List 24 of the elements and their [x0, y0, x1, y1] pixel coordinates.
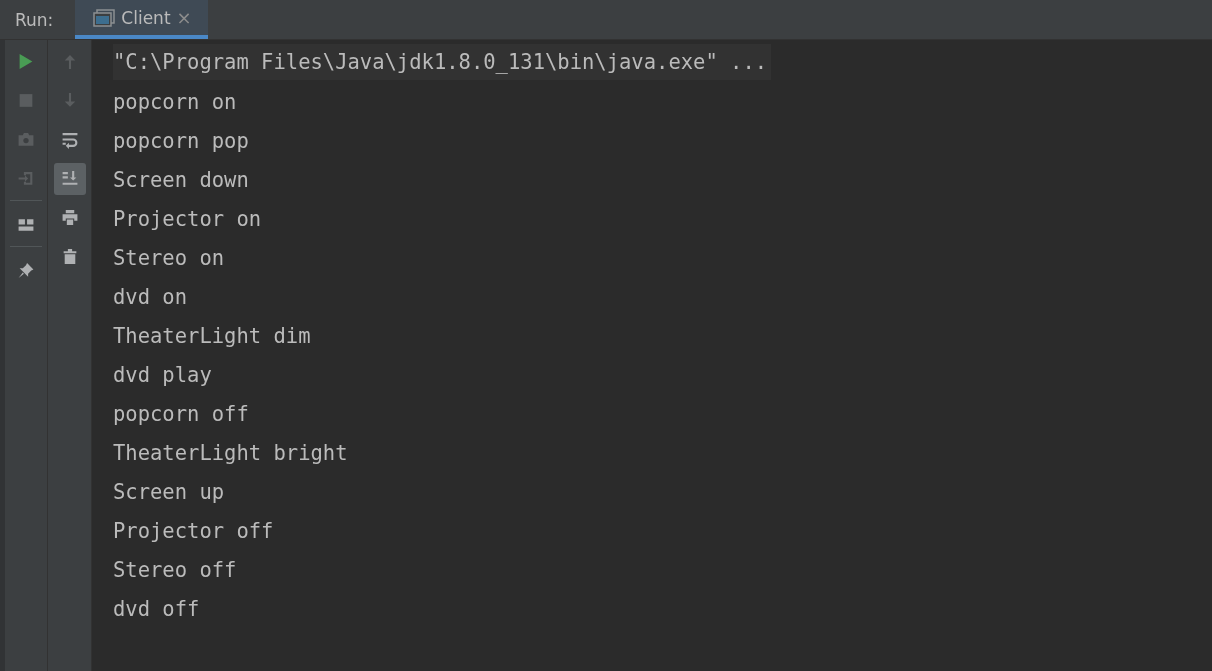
output-line: Screen down	[113, 167, 250, 194]
output-line: dvd play	[113, 362, 213, 389]
tab-label: Client	[121, 7, 171, 28]
print-icon[interactable]	[60, 209, 79, 227]
output-line: dvd off	[113, 596, 201, 623]
output-line: popcorn off	[113, 401, 250, 428]
window-icon	[93, 8, 116, 27]
output-line: Projector on	[113, 206, 263, 233]
close-icon[interactable]: ×	[176, 7, 192, 28]
run-icon[interactable]	[17, 53, 35, 71]
scroll-to-end-icon[interactable]	[60, 170, 79, 188]
output-line: Stereo on	[113, 245, 226, 272]
output-line: Stereo off	[113, 557, 238, 584]
output-line: dvd on	[113, 284, 189, 311]
output-line: Projector off	[113, 518, 275, 545]
output-line: TheaterLight bright	[113, 440, 349, 467]
output-line: popcorn on	[113, 89, 238, 116]
console-tab[interactable]: Client ×	[75, 0, 208, 39]
output-line: TheaterLight dim	[113, 323, 312, 350]
output-line: Screen up	[113, 479, 226, 506]
output-line: popcorn pop	[113, 128, 250, 155]
layout-icon[interactable]	[17, 216, 35, 234]
wrap-icon[interactable]	[60, 131, 79, 149]
run-label: Run:	[15, 9, 54, 30]
